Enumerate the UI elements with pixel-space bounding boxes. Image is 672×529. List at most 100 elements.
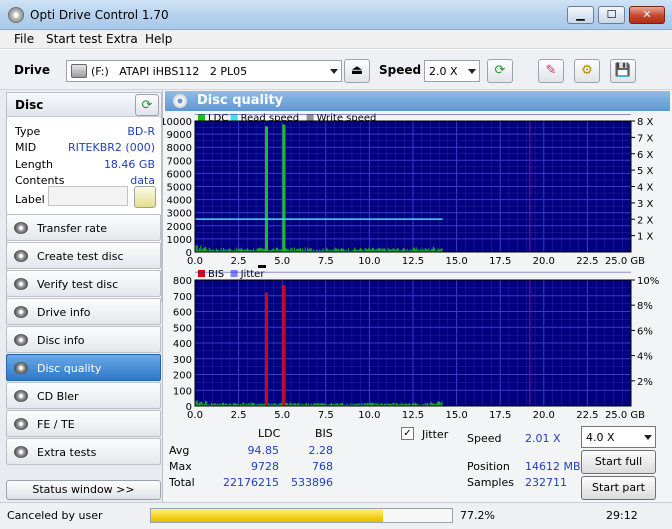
nav-item-label: Drive info xyxy=(37,306,91,319)
chart1-y2-tick-label: 8 X xyxy=(637,117,654,128)
elapsed-time: 29:12 xyxy=(606,509,638,522)
stats-max-ldc: 9728 xyxy=(251,460,279,473)
label-disc-icon[interactable] xyxy=(134,186,156,208)
nav-item-drive-info[interactable]: Drive info xyxy=(6,298,161,325)
chart2-y-tick-label: 600 xyxy=(173,308,192,319)
chart1-y-tick-label: 5000 xyxy=(167,183,192,194)
chart1-x-tick-label: 12.5 xyxy=(402,256,424,267)
window-title: Opti Drive Control 1.70 xyxy=(30,8,169,22)
chart2-y-tick-label: 100 xyxy=(173,386,192,397)
disc-header: Disc ⟳ xyxy=(7,93,161,117)
disc-icon xyxy=(14,306,28,318)
chevron-down-icon xyxy=(644,435,652,440)
progress-percent: 77.2% xyxy=(460,509,495,522)
menu-file[interactable]: File xyxy=(14,32,34,46)
prop-length-label: Length xyxy=(15,158,53,171)
stats-col-ldc: LDC xyxy=(258,427,281,440)
nav-item-label: Transfer rate xyxy=(37,222,108,235)
chart2-y2-tick-label: 8% xyxy=(637,301,653,312)
stats-avg-label: Avg xyxy=(169,444,190,457)
label-input[interactable] xyxy=(48,186,128,206)
speed-select[interactable]: 2.0 X xyxy=(424,60,480,82)
position-label: Position xyxy=(467,460,510,473)
nav-item-create-test-disc[interactable]: Create test disc xyxy=(6,242,161,269)
maximize-button[interactable]: ☐ xyxy=(598,6,625,24)
speed-select-value: 2.0 X xyxy=(429,65,458,78)
chart2-y2-tick-label: 10% xyxy=(637,276,659,287)
disc-icon xyxy=(14,390,28,402)
close-button[interactable]: ✕ xyxy=(629,6,665,24)
status-window-button[interactable]: Status window >> xyxy=(6,480,161,500)
chart2-x-tick-label: 25.0 GB xyxy=(605,410,645,421)
chart1-y-tick-label: 2000 xyxy=(167,222,192,233)
disc-icon xyxy=(14,418,28,430)
chart1-y-tick-label: 1000 xyxy=(167,235,192,246)
speed-label: Speed xyxy=(379,63,422,77)
nav-item-disc-quality[interactable]: Disc quality xyxy=(6,354,161,381)
chart1-y2-tick-label: 4 X xyxy=(637,183,654,194)
menu-start-test[interactable]: Start test xyxy=(46,32,102,46)
chart2-x-tick-label: 15.0 xyxy=(445,410,467,421)
speed-stat-value: 2.01 X xyxy=(525,432,561,445)
panel-title: Disc quality xyxy=(197,93,284,108)
chart2-y-tick-label: 200 xyxy=(173,371,192,382)
status-message: Canceled by user xyxy=(7,509,103,522)
chevron-down-icon xyxy=(330,69,338,74)
nav-item-verify-test-disc[interactable]: Verify test disc xyxy=(6,270,161,297)
start-part-button[interactable]: Start part xyxy=(581,476,656,500)
stats-total-ldc: 22176215 xyxy=(223,476,279,489)
start-full-button[interactable]: Start full xyxy=(581,450,656,474)
chart1-x-tick-label: 17.5 xyxy=(489,256,511,267)
drive-icon xyxy=(71,64,87,78)
refresh-disc-button[interactable]: ⟳ xyxy=(135,94,159,116)
nav-item-disc-info[interactable]: Disc info xyxy=(6,326,161,353)
prop-label-label: Label xyxy=(15,193,45,206)
eject-button[interactable]: ⏏ xyxy=(344,59,370,83)
chart1-x-tick-label: 20.0 xyxy=(533,256,555,267)
drive-select[interactable]: (F:) ATAPI iHBS112 2 PL05 xyxy=(66,60,342,82)
chart2-x-tick-label: 10.0 xyxy=(358,410,380,421)
chart2-y-tick-label: 500 xyxy=(173,323,192,334)
erase-button[interactable]: ✎ xyxy=(538,59,564,83)
samples-label: Samples xyxy=(467,476,514,489)
chart1-spike xyxy=(265,126,269,252)
stats-max-label: Max xyxy=(169,460,192,473)
chart1-y2-tick-label: 1 X xyxy=(637,232,654,243)
nav-item-label: CD Bler xyxy=(37,390,79,403)
refresh-speed-button[interactable]: ⟳ xyxy=(487,59,513,83)
jitter-checkbox[interactable]: ✓ xyxy=(401,427,414,440)
stats-total-label: Total xyxy=(169,476,195,489)
nav-item-label: Disc quality xyxy=(37,362,102,375)
chart2-x-tick-label: 17.5 xyxy=(489,410,511,421)
chart1-y-tick-label: 7000 xyxy=(167,156,192,167)
test-speed-value: 4.0 X xyxy=(586,431,615,444)
chart1-legend-swatch xyxy=(198,114,205,121)
disc-icon xyxy=(14,446,28,458)
nav-item-cd-bler[interactable]: CD Bler xyxy=(6,382,161,409)
chart2-legend-label: Jitter xyxy=(240,269,266,280)
speed-stat-label: Speed xyxy=(467,432,502,445)
chart2-x-tick-label: 2.5 xyxy=(231,410,247,421)
stats-total-bis: 533896 xyxy=(291,476,333,489)
nav-item-extra-tests[interactable]: Extra tests xyxy=(6,438,161,465)
left-panel: Disc ⟳ Type BD-R MID RITEKBR2 (000) Leng… xyxy=(0,90,163,502)
menu-extra[interactable]: Extra xyxy=(106,32,138,46)
chart1-x-tick-label: 15.0 xyxy=(445,256,467,267)
menu-help[interactable]: Help xyxy=(145,32,172,46)
nav-item-label: Disc info xyxy=(37,334,85,347)
disc-header-title: Disc xyxy=(15,98,44,112)
nav-item-transfer-rate[interactable]: Transfer rate xyxy=(6,214,161,241)
drive-select-value: (F:) ATAPI iHBS112 2 PL05 xyxy=(91,65,248,78)
test-speed-select[interactable]: 4.0 X xyxy=(581,426,656,448)
save-button[interactable]: 💾 xyxy=(610,59,636,83)
chart2-y2-tick-label: 4% xyxy=(637,352,653,363)
nav-item-fe-te[interactable]: FE / TE xyxy=(6,410,161,437)
chart2-y-tick-label: 700 xyxy=(173,292,192,303)
minimize-button[interactable]: ▁ xyxy=(567,6,594,24)
disc-icon xyxy=(14,222,28,234)
prop-length-value: 18.46 GB xyxy=(103,158,155,171)
chart-splitter xyxy=(258,265,266,268)
chart2-y-tick-label: 300 xyxy=(173,355,192,366)
settings-button[interactable]: ⚙ xyxy=(574,59,600,83)
title-bar: Opti Drive Control 1.70 ▁ ☐ ✕ xyxy=(0,0,672,30)
